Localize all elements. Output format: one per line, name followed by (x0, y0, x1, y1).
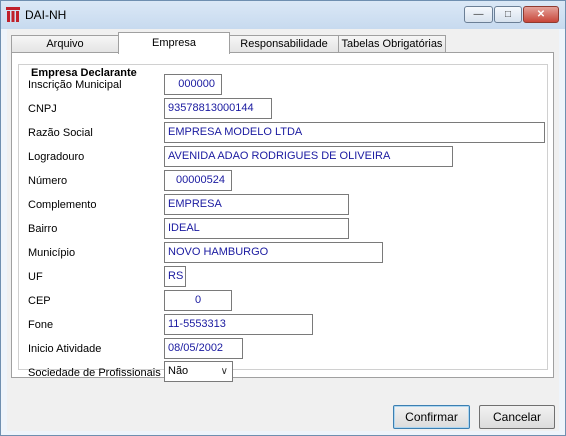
municipio-field[interactable]: NOVO HAMBURGO (164, 242, 383, 263)
fone-field[interactable]: 11-5553313 (164, 314, 313, 335)
minimize-button[interactable]: — (464, 6, 493, 23)
cep-label: CEP (28, 295, 51, 307)
numero-label: Número (28, 175, 68, 187)
bairro-label: Bairro (28, 223, 58, 235)
main-window: DAI-NH — □ ✕ Arquivo Empresa Responsabil… (0, 0, 566, 436)
sociedade-label: Sociedade de Profissionais (28, 367, 161, 379)
group-title: Empresa Declarante (29, 67, 139, 79)
close-icon: ✕ (536, 9, 546, 20)
inscricao-label: Inscrição Municipal (28, 79, 122, 91)
logradouro-label: Logradouro (28, 151, 85, 163)
cep-field[interactable]: 0 (164, 290, 232, 311)
uf-field[interactable]: RS (164, 266, 186, 287)
tab-responsabilidade[interactable]: Responsabilidade (229, 35, 339, 53)
complemento-field[interactable]: EMPRESA (164, 194, 349, 215)
razao-social-label: Razão Social (28, 127, 93, 139)
tab-arquivo[interactable]: Arquivo (11, 35, 119, 53)
sociedade-profissionais-select[interactable]: Não ∨ (164, 361, 233, 382)
chevron-down-icon: ∨ (220, 366, 228, 377)
tab-empresa[interactable]: Empresa (118, 32, 230, 54)
inicio-atividade-label: Inicio Atividade (28, 343, 102, 355)
tab-tabelas-obrigatorias[interactable]: Tabelas Obrigatórias (338, 35, 446, 53)
cancelar-button[interactable]: Cancelar (479, 405, 555, 429)
title-bar[interactable]: DAI-NH — □ ✕ (1, 1, 565, 29)
logradouro-field[interactable]: AVENIDA ADAO RODRIGUES DE OLIVEIRA (164, 146, 453, 167)
razao-social-field[interactable]: EMPRESA MODELO LTDA (164, 122, 545, 143)
close-button[interactable]: ✕ (523, 6, 559, 23)
municipio-label: Município (28, 247, 76, 259)
sociedade-selected-value: Não (168, 365, 189, 377)
cnpj-field[interactable]: 93578813000144 (164, 98, 272, 119)
confirmar-button[interactable]: Confirmar (393, 405, 470, 429)
inscricao-municipal-field[interactable]: 000000 (164, 74, 222, 95)
numero-field[interactable]: 00000524 (164, 170, 232, 191)
minimize-icon: — (473, 9, 484, 20)
uf-label: UF (28, 271, 43, 283)
app-logo-icon (6, 7, 20, 22)
window-title: DAI-NH (25, 8, 67, 22)
cnpj-label: CNPJ (28, 103, 57, 115)
maximize-icon: □ (504, 9, 512, 20)
inicio-atividade-field[interactable]: 08/05/2002 (164, 338, 243, 359)
complemento-label: Complemento (28, 199, 97, 211)
fone-label: Fone (28, 319, 54, 331)
maximize-button[interactable]: □ (494, 6, 522, 23)
dialog-body: Arquivo Empresa Responsabilidade Tabelas… (7, 29, 559, 431)
bairro-field[interactable]: IDEAL (164, 218, 349, 239)
